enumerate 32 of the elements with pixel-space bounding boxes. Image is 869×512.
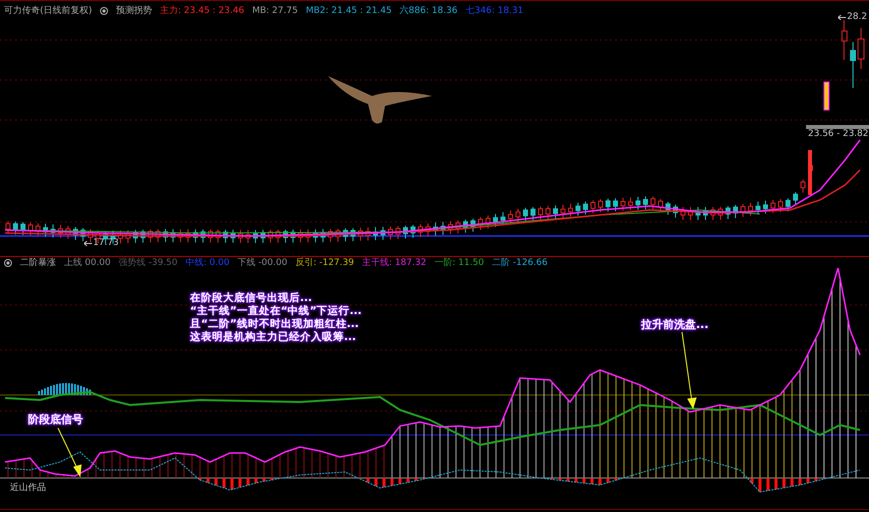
indicator-readout: 下线 -00.00 [237,256,288,269]
chart-title: 可力传奇(日线前复权) [4,4,92,17]
author-label: 近山作品 [10,481,46,494]
indicator-readout: 主干线: 187.32 [362,256,426,269]
indicator-readout: MB2: 21.45 : 21.45 [306,6,392,16]
price-label: 17.73 [93,238,119,248]
target-icon [4,258,12,266]
indicator-readout: 一阶: 11.50 [434,256,484,269]
indicator-readout: 中线: 0.00 [186,256,230,269]
annotation-text: 这表明是机构主力已经介入吸筹... [190,331,357,344]
indicator-readout: 上线 00.00 [64,256,111,269]
target-icon [100,6,108,14]
annotation-text: “主干线”一直处在“中线”下运行... [190,305,362,318]
indicator-readout: 主力: 23.45 : 23.46 [160,4,244,17]
indicator-readout: 六886: 18.36 [400,4,458,17]
indicator-readout: 强势线 -39.50 [118,256,178,269]
annotation-text: 在阶段大底信号出现后... [190,292,313,304]
indicator-readout: 二阶 -126.66 [492,256,548,269]
histogram-series [38,383,91,395]
annotation-text: 阶段底信号 [28,413,83,426]
annotation-text: 拉升前洗盘... [641,318,709,331]
indicator-readout: 反引: -127.39 [295,256,354,269]
indicator-name: 预测拐势 [116,4,152,17]
arrow-icon [838,14,846,20]
arrow-icon [84,240,92,246]
indicator-readout: MB: 27.75 [252,6,298,16]
price-range-label: 23.56 - 23.82 [806,125,869,139]
annotation-text: 且“二阶”线时不时出现加粗红柱... [190,318,360,330]
price-label: 28.2 [847,12,868,22]
arrow-drawing [58,428,82,478]
indicator-readout: 七346: 18.31 [466,4,524,17]
indicator-name: 二阶暴涨 [20,256,56,269]
